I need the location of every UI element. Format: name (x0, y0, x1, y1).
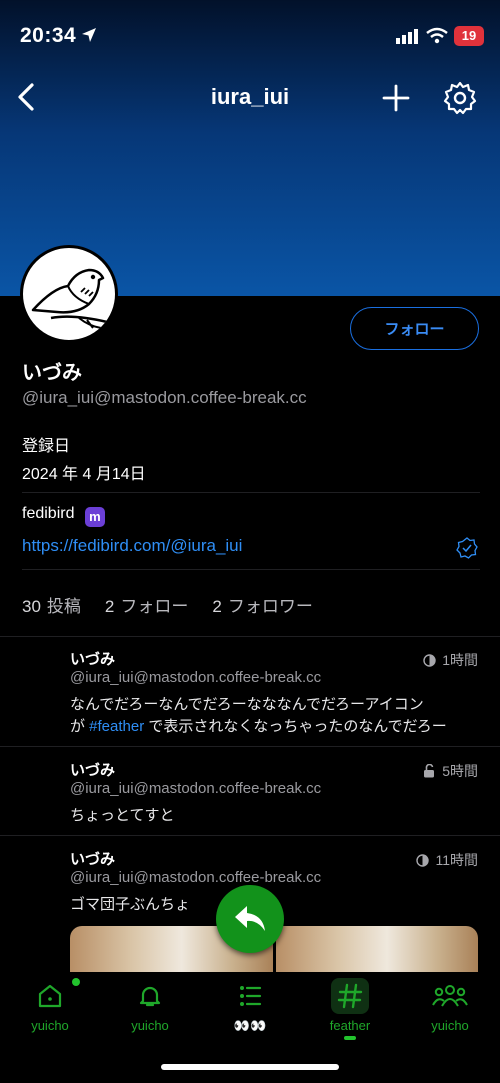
tab-label: yuicho (431, 1018, 469, 1033)
add-button[interactable] (376, 78, 416, 118)
globe-icon (416, 853, 430, 867)
post-author-handle: @iura_iui@mastodon.coffee-break.cc (70, 780, 322, 797)
post-time: 5時間 (442, 763, 478, 779)
profile-display-name: いづみ (22, 362, 82, 384)
tab-notifications[interactable]: yuicho (100, 978, 200, 1033)
home-indicator (161, 1064, 339, 1070)
joined-date: 2024 年 4 月14日 (22, 466, 146, 483)
status-time: 20:34 (20, 24, 77, 47)
active-tab-indicator (344, 1036, 356, 1040)
hashtag-icon (337, 983, 363, 1009)
post-author-handle: @iura_iui@mastodon.coffee-break.cc (70, 669, 322, 686)
profile-stats: 30 投稿 2 フォロー 2 フォロワー (22, 592, 313, 617)
avatar[interactable] (20, 245, 118, 343)
followers-count[interactable]: 2 フォロワー (212, 592, 312, 617)
profile-field-link[interactable]: https://fedibird.com/@iura_iui (22, 536, 242, 556)
globe-icon (423, 653, 436, 667)
joined-label: 登録日 (22, 438, 71, 455)
tab-label: feather (329, 1018, 371, 1033)
home-icon (38, 984, 62, 1008)
profile-acct: @iura_iui@mastodon.coffee-break.cc (22, 388, 307, 407)
wifi-icon (426, 27, 448, 44)
post-meta: 11時間 (416, 850, 478, 870)
back-button[interactable] (8, 78, 48, 118)
divider (0, 835, 500, 836)
divider (0, 746, 500, 747)
post-author-name: いづみ (70, 851, 116, 868)
tab-feather[interactable]: feather (300, 978, 400, 1033)
people-icon (432, 985, 468, 1007)
post-time: 11時間 (435, 852, 478, 868)
post-meta: 1時間 (423, 650, 478, 670)
plus-icon (382, 84, 410, 112)
list-icon (240, 986, 262, 1006)
tab-bar: yuicho yuicho 👀👀 feather yuicho (0, 972, 500, 1083)
unread-badge (72, 978, 80, 986)
follow-button[interactable]: フォロー (350, 307, 479, 350)
mastodon-icon: m (84, 507, 105, 527)
reply-icon (235, 906, 265, 931)
post-meta: 5時間 (423, 761, 478, 781)
posts-count[interactable]: 30 投稿 (22, 592, 81, 617)
bird-avatar-icon (31, 268, 108, 329)
following-count[interactable]: 2 フォロー (105, 592, 188, 617)
verified-badge-icon (456, 537, 478, 559)
location-arrow-icon (82, 28, 96, 42)
post-text-line: が #feather で表示されなくなっちゃったのなんでだろー (70, 718, 447, 735)
settings-button[interactable] (440, 78, 480, 118)
hashtag-link[interactable]: #feather (89, 718, 144, 735)
page-title: iura_iui (210, 84, 290, 109)
unlock-icon (424, 764, 435, 778)
profile-field-label: fedibird (22, 505, 75, 522)
post-author-name: いづみ (70, 651, 116, 668)
profile-field-name: fedibird m (22, 505, 105, 527)
status-bar: 20:34 19 (0, 0, 500, 72)
post-author-handle: @iura_iui@mastodon.coffee-break.cc (70, 869, 322, 886)
status-post[interactable]: いづみ 5時間 @iura_iui@mastodon.coffee-break.… (0, 759, 500, 835)
tab-label: 👀👀 (233, 1018, 267, 1033)
tab-home[interactable]: yuicho (0, 978, 100, 1033)
bell-icon (139, 986, 161, 1007)
post-author-name: いづみ (70, 762, 116, 779)
chevron-left-icon (18, 83, 34, 111)
post-time: 1時間 (442, 652, 478, 668)
tab-people[interactable]: yuicho (400, 978, 500, 1033)
divider (22, 492, 480, 493)
tab-label: yuicho (31, 1018, 69, 1033)
divider (22, 569, 480, 570)
battery-indicator: 19 (454, 26, 484, 46)
post-content: なんでだろーなんでだろーなななんでだろーアイコン が #feather で表示さ… (70, 694, 482, 738)
gear-icon (443, 81, 477, 115)
tab-label: yuicho (131, 1018, 169, 1033)
reply-fab-button[interactable] (216, 885, 284, 953)
post-content: ちょっとてすと (70, 807, 175, 824)
tab-lists[interactable]: 👀👀 (200, 978, 300, 1034)
post-text-line: なんでだろーなんでだろーなななんでだろーアイコン (70, 696, 424, 713)
divider (0, 636, 500, 637)
status-post[interactable]: いづみ 1時間 @iura_iui@mastodon.coffee-break.… (0, 648, 500, 746)
cellular-signal-icon (396, 29, 418, 44)
